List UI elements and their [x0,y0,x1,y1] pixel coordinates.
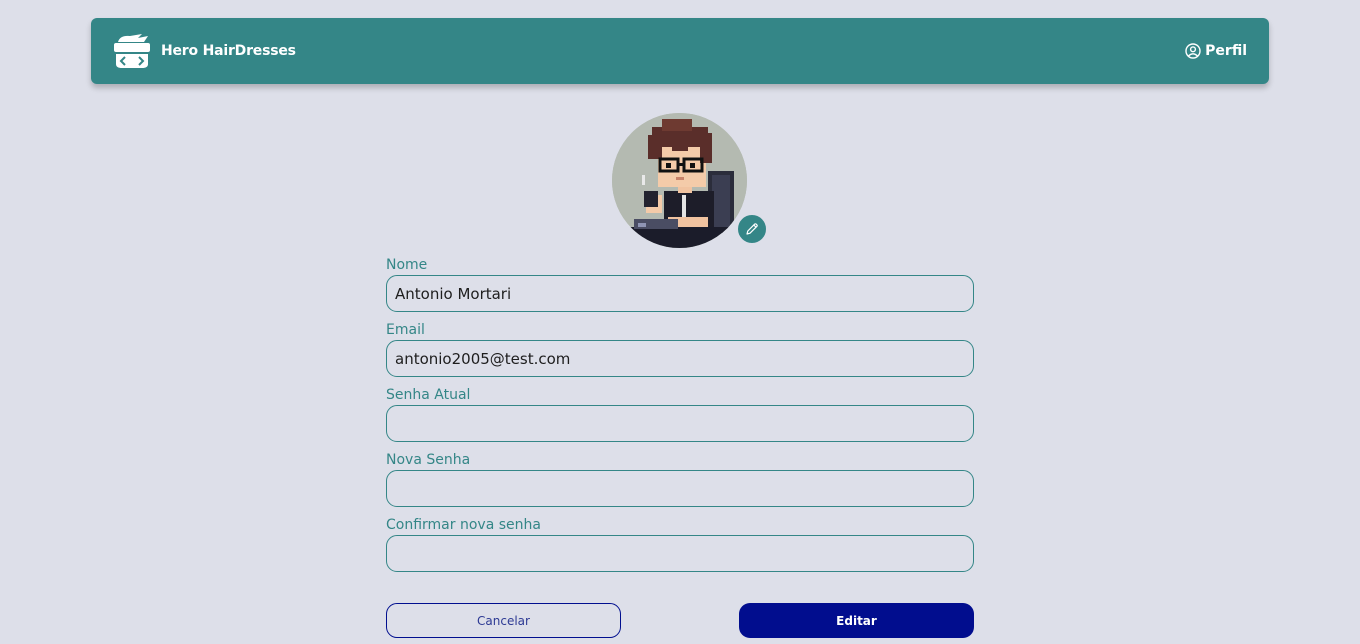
current-password-input[interactable] [386,405,974,442]
hero-mask-code-icon [114,34,150,68]
pencil-icon [746,223,758,235]
name-input[interactable] [386,275,974,312]
brand-name: Hero HairDresses [161,43,296,59]
profile-link[interactable]: Perfil [1185,43,1247,59]
user-circle-icon [1185,43,1201,59]
edit-avatar-button[interactable] [736,213,768,245]
avatar-container [612,113,768,248]
confirm-password-input[interactable] [386,535,974,572]
cancel-button[interactable]: Cancelar [386,603,621,638]
pixel-avatar-image [612,113,747,248]
current-password-field-group: Senha Atual [386,386,974,442]
confirm-password-label: Confirmar nova senha [386,517,541,533]
name-label: Nome [386,257,428,273]
current-password-label: Senha Atual [386,387,471,403]
email-input[interactable] [386,340,974,377]
avatar [612,113,747,248]
email-field-group: Email [386,321,974,377]
top-navbar: Hero HairDresses Perfil [91,18,1269,84]
new-password-input[interactable] [386,470,974,507]
name-field-group: Nome [386,256,974,312]
profile-link-label: Perfil [1205,43,1247,59]
new-password-field-group: Nova Senha [386,451,974,507]
confirm-password-field-group: Confirmar nova senha [386,516,974,572]
form-actions: Cancelar Editar [386,603,974,638]
profile-form: Nome Email Senha Atual Nova Senha Confir… [386,256,974,581]
new-password-label: Nova Senha [386,452,471,468]
brand[interactable]: Hero HairDresses [112,32,296,70]
edit-button[interactable]: Editar [739,603,974,638]
email-label: Email [386,322,425,338]
